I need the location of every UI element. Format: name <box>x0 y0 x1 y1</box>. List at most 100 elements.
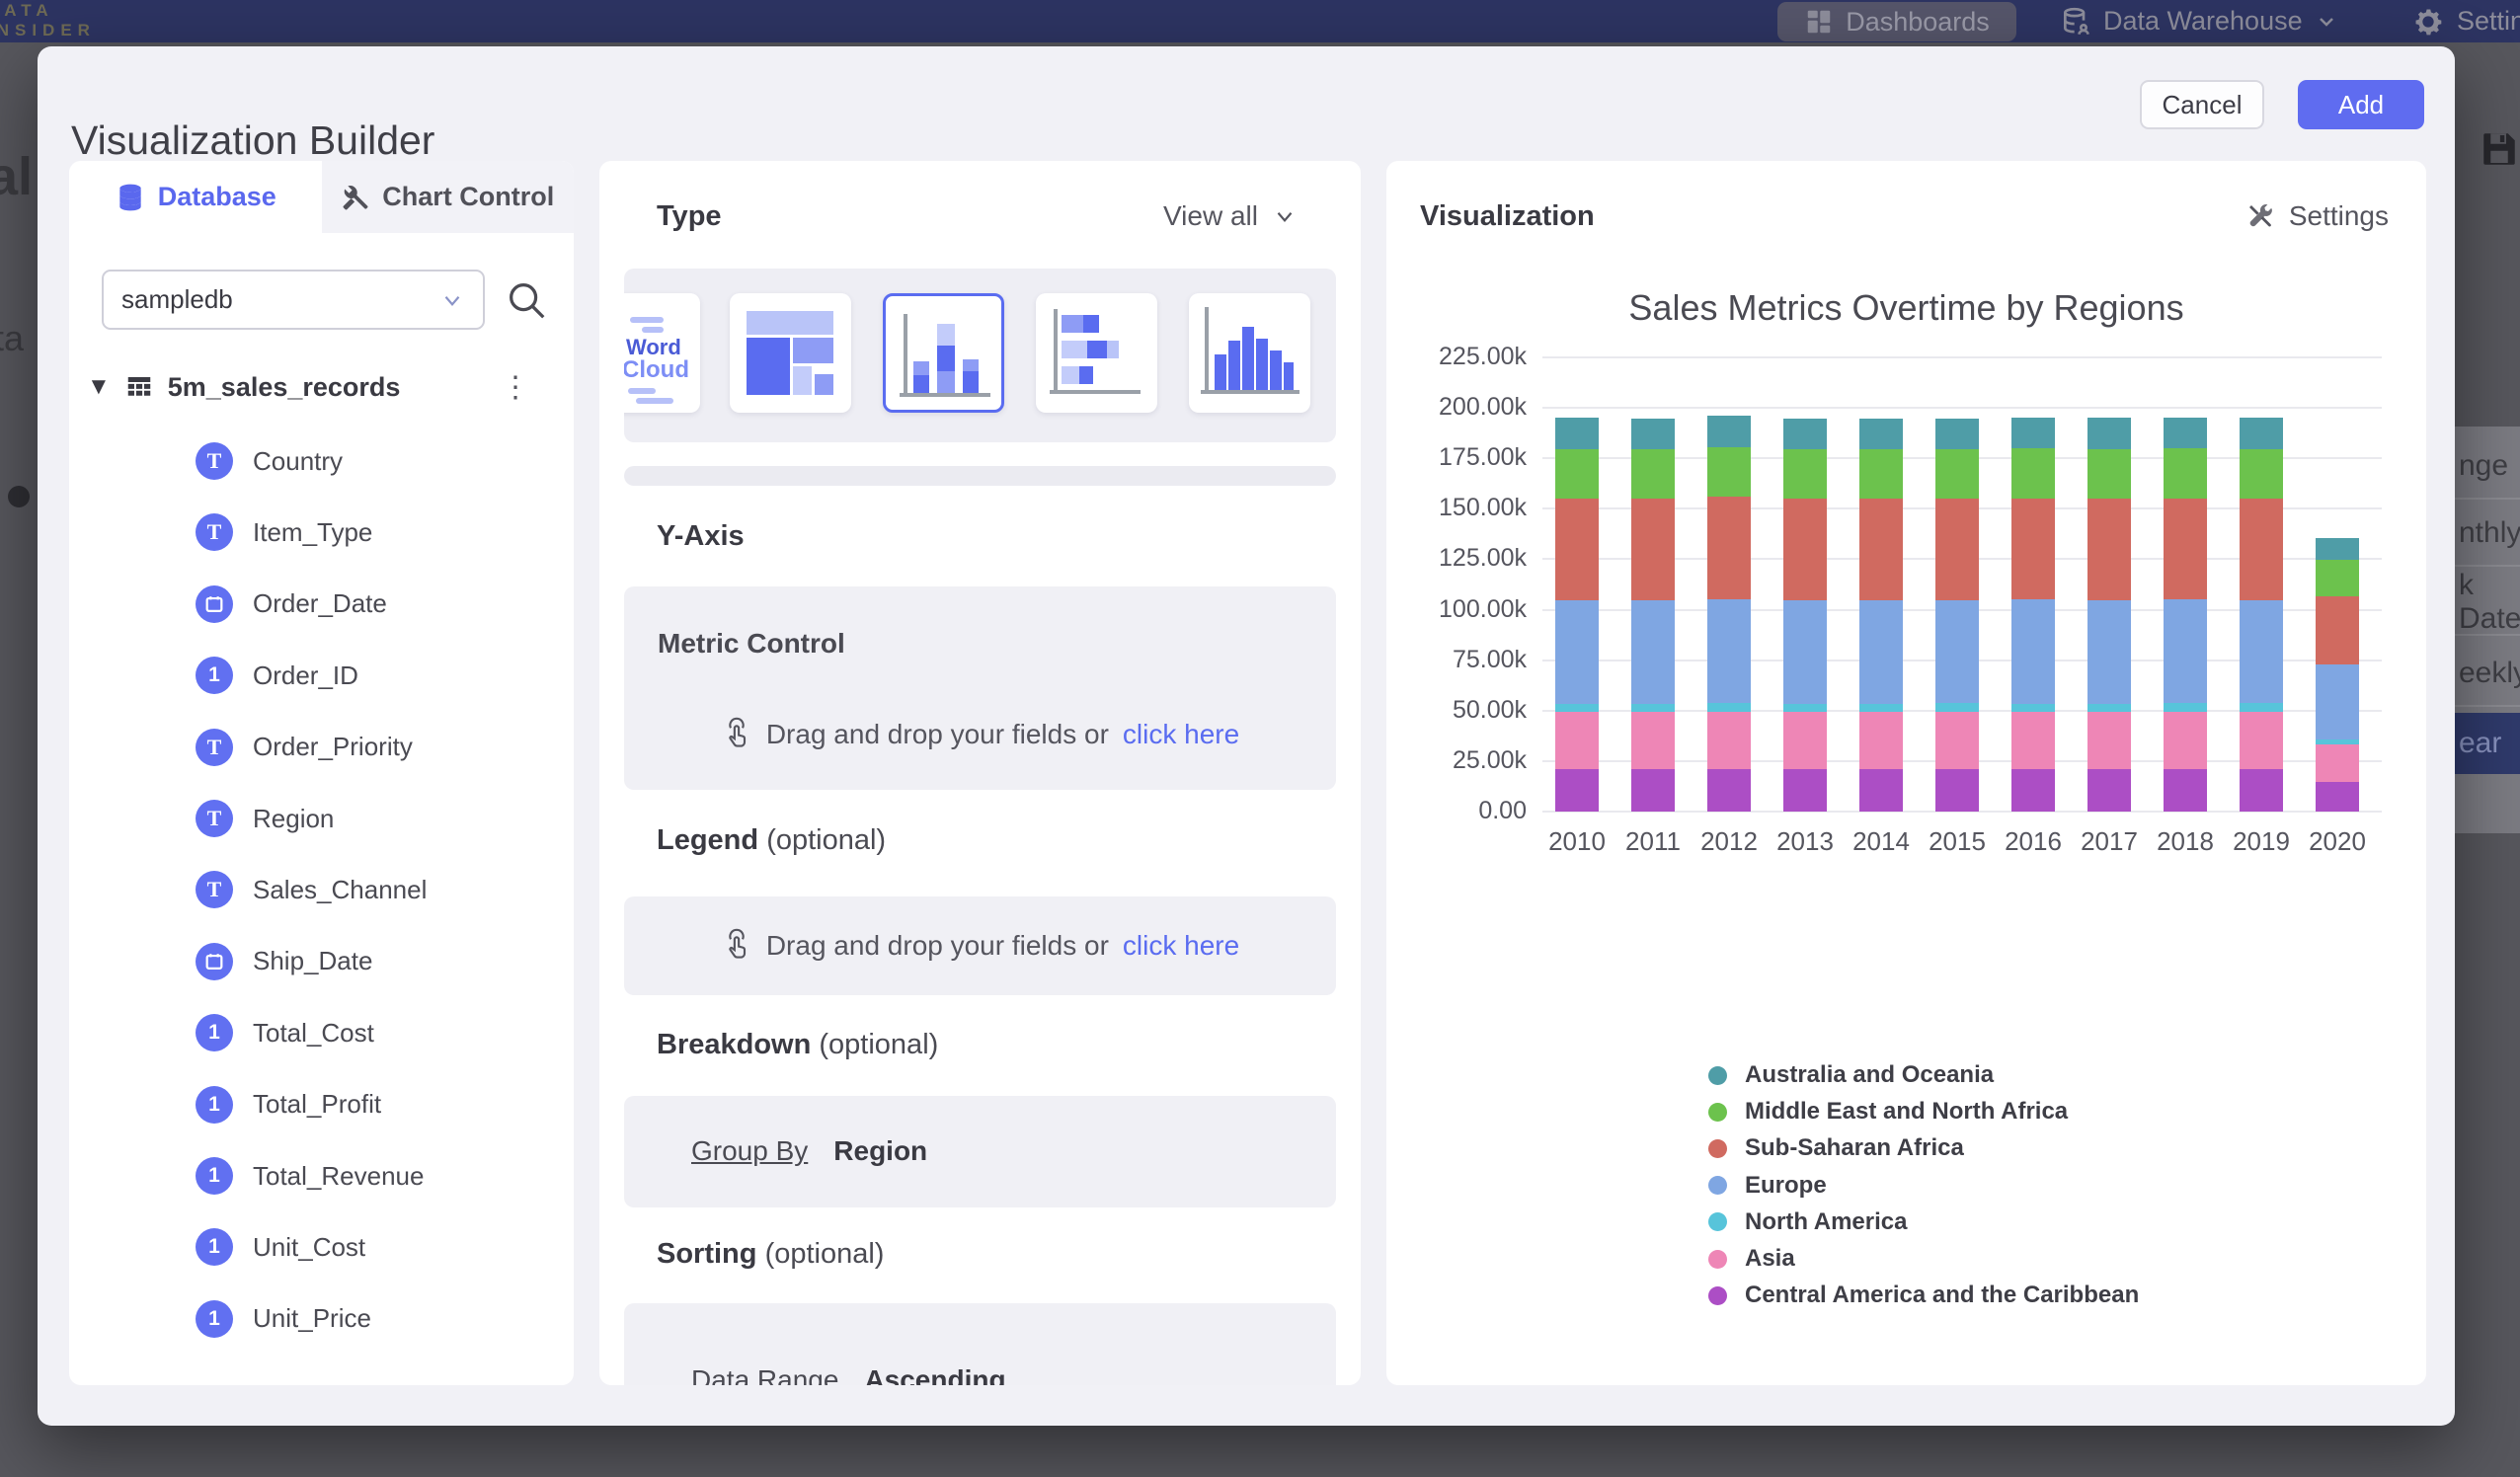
field-item-total_profit[interactable]: 1Total_Profit <box>69 1069 574 1140</box>
bar-segment[interactable] <box>2240 769 2283 812</box>
bar-segment[interactable] <box>1555 704 1599 712</box>
click-here-link[interactable]: click here <box>1123 930 1239 962</box>
bar-segment[interactable] <box>1555 449 1599 499</box>
legend-item[interactable]: North America <box>1708 1208 1907 1236</box>
tab-database[interactable]: Database <box>69 161 322 233</box>
sort-field[interactable]: Data Range <box>691 1364 838 1385</box>
chart-type-stacked-bar[interactable] <box>1036 293 1157 413</box>
type-strip-scrollbar[interactable] <box>624 466 1336 486</box>
add-button[interactable]: Add <box>2298 80 2424 129</box>
bar-segment[interactable] <box>2011 448 2055 498</box>
field-item-order_priority[interactable]: TOrder_Priority <box>69 712 574 783</box>
bar-segment[interactable] <box>1859 712 1903 769</box>
bar-segment[interactable] <box>2087 600 2131 704</box>
bar-segment[interactable] <box>2087 499 2131 600</box>
field-item-sales_channel[interactable]: TSales_Channel <box>69 854 574 925</box>
bar-segment[interactable] <box>1859 449 1903 499</box>
legend-item[interactable]: Sub-Saharan Africa <box>1708 1134 1964 1162</box>
bar-segment[interactable] <box>1783 712 1827 769</box>
bar-segment[interactable] <box>1555 418 1599 448</box>
metric-drop-zone[interactable]: Drag and drop your fields or click here <box>624 717 1336 752</box>
bar-segment[interactable] <box>2164 448 2207 498</box>
bar-segment[interactable] <box>1935 419 1979 449</box>
bar-segment[interactable] <box>1707 599 1751 703</box>
bar-segment[interactable] <box>1631 600 1675 704</box>
bar-segment[interactable] <box>2011 712 2055 769</box>
bar-segment[interactable] <box>2240 600 2283 704</box>
bar-segment[interactable] <box>2164 499 2207 600</box>
bar-segment[interactable] <box>2316 596 2359 664</box>
bar-segment[interactable] <box>1555 712 1599 769</box>
bar-segment[interactable] <box>1631 769 1675 812</box>
bar-segment[interactable] <box>2316 739 2359 743</box>
tab-chart-control[interactable]: Chart Control <box>322 161 575 233</box>
bar-segment[interactable] <box>1935 712 1979 769</box>
field-item-region[interactable]: TRegion <box>69 783 574 854</box>
bar-segment[interactable] <box>2316 664 2359 740</box>
legend-item[interactable]: Central America and the Caribbean <box>1708 1282 2139 1309</box>
bar-segment[interactable] <box>2164 712 2207 769</box>
bar-segment[interactable] <box>2316 744 2359 782</box>
bar-segment[interactable] <box>1631 419 1675 449</box>
bar-segment[interactable] <box>2011 704 2055 713</box>
bar-segment[interactable] <box>1859 419 1903 449</box>
bar-segment[interactable] <box>2316 560 2359 596</box>
bar-segment[interactable] <box>2164 703 2207 711</box>
bar-segment[interactable] <box>1935 769 1979 812</box>
field-item-unit_price[interactable]: 1Unit_Price <box>69 1283 574 1355</box>
bar-segment[interactable] <box>1859 600 1903 704</box>
bar-segment[interactable] <box>1631 704 1675 712</box>
search-icon[interactable] <box>504 277 549 323</box>
breakdown-field-row[interactable]: Group By Region <box>691 1135 927 1167</box>
legend-item[interactable]: Europe <box>1708 1172 1827 1200</box>
bar-segment[interactable] <box>2240 712 2283 769</box>
bar-segment[interactable] <box>2316 782 2359 812</box>
bar-segment[interactable] <box>2011 418 2055 448</box>
click-here-link[interactable]: click here <box>1123 719 1239 750</box>
kebab-menu-icon[interactable]: ⋮ <box>501 370 530 405</box>
bar-segment[interactable] <box>2087 712 2131 769</box>
bar-segment[interactable] <box>1783 600 1827 704</box>
field-item-country[interactable]: TCountry <box>69 426 574 497</box>
bar-segment[interactable] <box>1783 704 1827 712</box>
nav-item-settings[interactable]: Settings <box>2411 0 2520 42</box>
bar-segment[interactable] <box>1935 449 1979 499</box>
bar-segment[interactable] <box>1631 712 1675 769</box>
bar-segment[interactable] <box>2087 769 2131 812</box>
bar-segment[interactable] <box>1859 769 1903 812</box>
bar-segment[interactable] <box>1707 703 1751 712</box>
database-select[interactable]: sampledb <box>102 270 485 330</box>
sorting-field-row[interactable]: Data Range Ascending <box>691 1364 1006 1385</box>
bar-segment[interactable] <box>1859 704 1903 712</box>
bar-segment[interactable] <box>1783 499 1827 600</box>
bar-segment[interactable] <box>1935 703 1979 711</box>
field-item-order_date[interactable]: Order_Date <box>69 569 574 640</box>
legend-item[interactable]: Middle East and North Africa <box>1708 1098 2068 1126</box>
bar-segment[interactable] <box>2240 418 2283 448</box>
field-item-unit_cost[interactable]: 1Unit_Cost <box>69 1211 574 1283</box>
chart-type-stacked-column[interactable] <box>883 293 1004 413</box>
cancel-button[interactable]: Cancel <box>2140 80 2264 129</box>
nav-item-data-warehouse[interactable]: Data Warehouse <box>2060 0 2338 42</box>
bar-segment[interactable] <box>1555 600 1599 704</box>
bar-segment[interactable] <box>2011 599 2055 703</box>
bar-segment[interactable] <box>1707 712 1751 770</box>
bar-segment[interactable] <box>1783 769 1827 812</box>
bar-segment[interactable] <box>2087 418 2131 448</box>
bar-segment[interactable] <box>1707 497 1751 598</box>
bar-segment[interactable] <box>2164 599 2207 703</box>
bar-segment[interactable] <box>2240 703 2283 711</box>
bar-segment[interactable] <box>2164 769 2207 812</box>
legend-item[interactable]: Asia <box>1708 1245 1795 1273</box>
bar-segment[interactable] <box>1783 419 1827 449</box>
bar-segment[interactable] <box>2011 499 2055 600</box>
view-all-dropdown[interactable]: View all <box>1163 200 1298 232</box>
table-tree-header[interactable]: ▼ 5m_sales_records ⋮ <box>87 364 556 410</box>
chart-type-histogram[interactable] <box>1189 293 1310 413</box>
bar-segment[interactable] <box>2240 499 2283 600</box>
bar-segment[interactable] <box>1935 600 1979 704</box>
settings-button[interactable]: Settings <box>2245 200 2389 232</box>
bar-segment[interactable] <box>1555 499 1599 600</box>
bar-segment[interactable] <box>1783 449 1827 499</box>
field-item-total_cost[interactable]: 1Total_Cost <box>69 997 574 1068</box>
